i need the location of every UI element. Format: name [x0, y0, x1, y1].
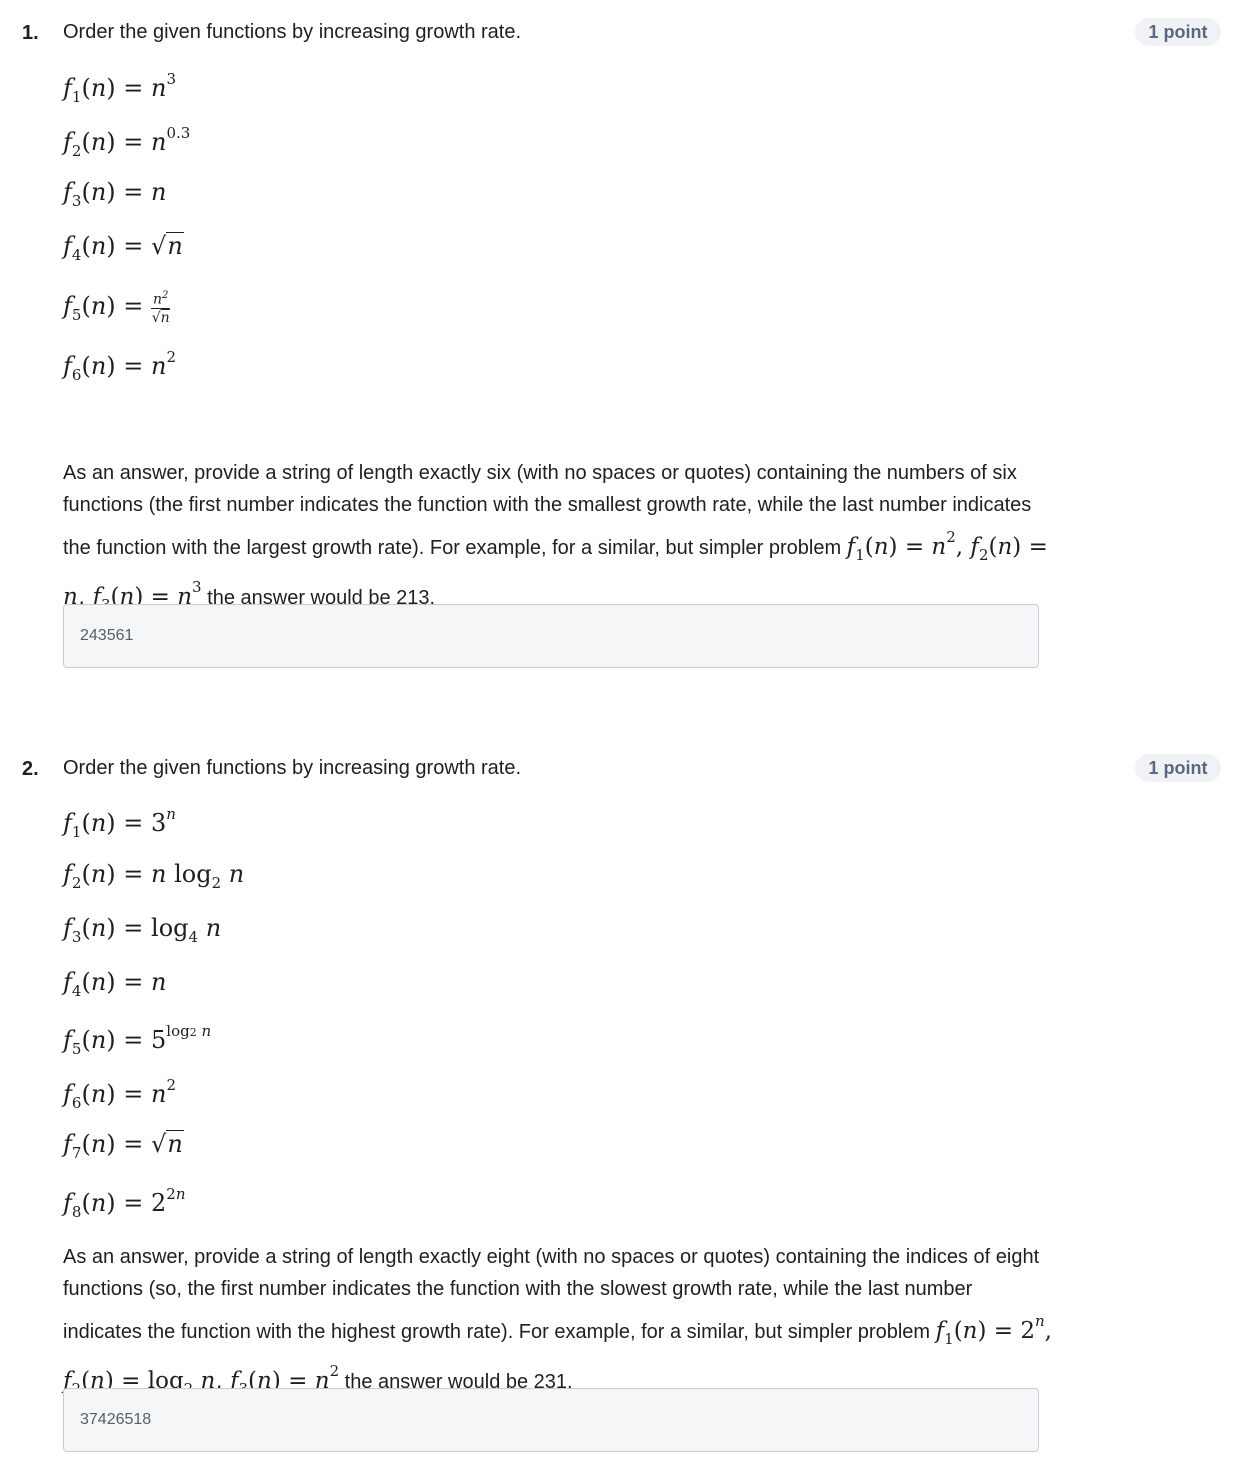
function-f6: f6(n) = n2	[63, 348, 177, 384]
question-title: Order the given functions by increasing …	[63, 21, 522, 43]
points-badge: 1 point	[1135, 18, 1221, 46]
function-f2: f2(n) = n0.3	[63, 124, 191, 160]
points-badge: 1 point	[1135, 754, 1221, 782]
function-f2: f2(n) = n log2 n	[63, 860, 245, 892]
function-f5: f5(n) = n2 √n	[63, 290, 171, 326]
answer-input[interactable]: 243561	[63, 604, 1039, 668]
function-f4: f4(n) = √n	[63, 232, 184, 264]
function-f1: f1(n) = n3	[63, 70, 177, 106]
function-f1: f1(n) = 3n	[63, 805, 176, 841]
instructions-text: As an answer, provide a string of length…	[63, 1246, 1040, 1343]
answer-instructions: As an answer, provide a string of length…	[63, 457, 1053, 621]
function-f5: f5(n) = 5log2 n	[63, 1022, 212, 1058]
answer-instructions: As an answer, provide a string of length…	[63, 1241, 1053, 1405]
function-f4: f4(n) = n	[63, 968, 167, 1000]
answer-input[interactable]: 37426518	[63, 1388, 1039, 1452]
question-title: Order the given functions by increasing …	[63, 757, 522, 779]
function-f3: f3(n) = log4 n	[63, 914, 222, 946]
question-number: 1.	[22, 22, 39, 44]
function-f6: f6(n) = n2	[63, 1076, 177, 1112]
function-f8: f8(n) = 22n	[63, 1185, 186, 1221]
question-number: 2.	[22, 758, 39, 780]
function-f7: f7(n) = √n	[63, 1130, 184, 1162]
function-f3: f3(n) = n	[63, 178, 167, 210]
